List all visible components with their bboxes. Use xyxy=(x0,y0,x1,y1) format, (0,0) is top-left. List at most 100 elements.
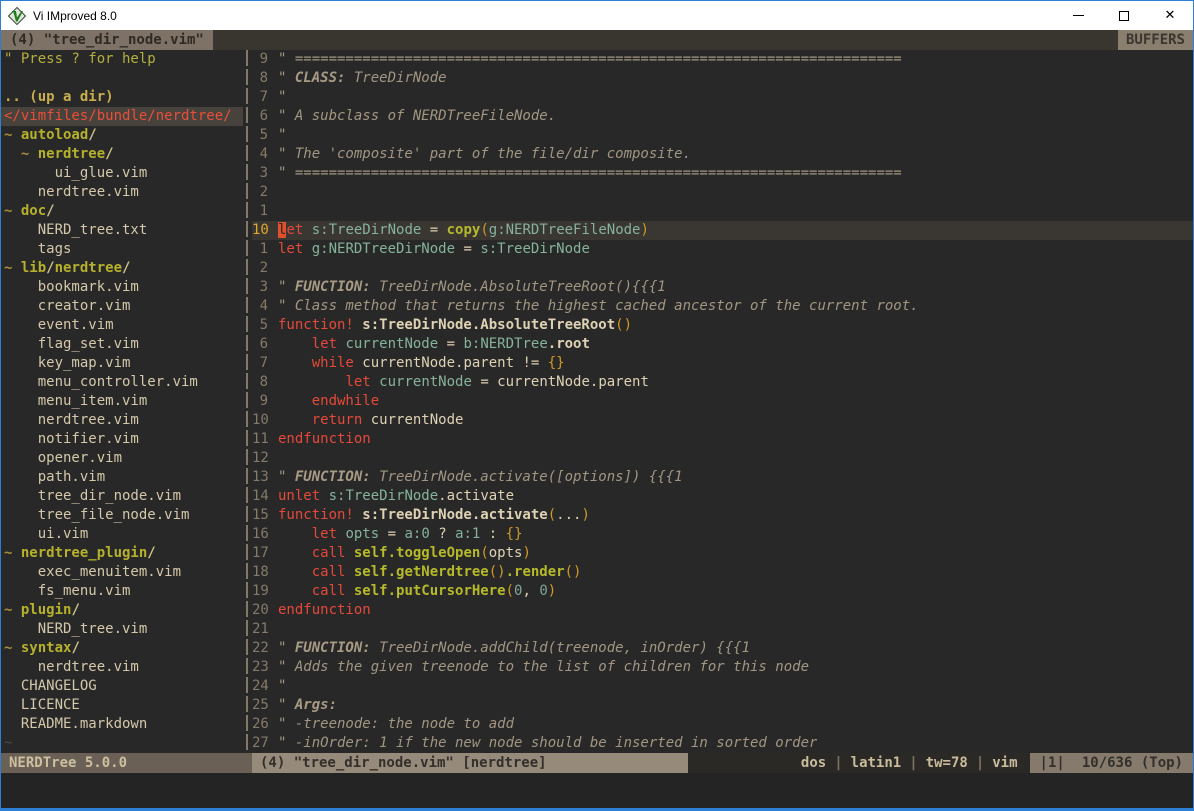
code-line[interactable]: 22" FUNCTION: TreeDirNode.addChild(treen… xyxy=(252,639,1193,658)
tree-item[interactable]: fs_menu.vim xyxy=(4,582,243,601)
code-line[interactable]: 19 call self.putCursorHere(0, 0) xyxy=(252,582,1193,601)
line-number: 7 xyxy=(252,88,268,107)
code-line[interactable]: 8 let currentNode = currentNode.parent xyxy=(252,373,1193,392)
tree-item[interactable]: ~ nerdtree/ xyxy=(4,145,243,164)
tree-item[interactable]: tags xyxy=(4,240,243,259)
code-line[interactable]: 15function! s:TreeDirNode.activate(...) xyxy=(252,506,1193,525)
code-line[interactable]: 5" xyxy=(252,126,1193,145)
line-number: 4 xyxy=(252,297,268,316)
line-number: 10 xyxy=(252,221,268,240)
statusline-textwidth: tw=78 xyxy=(926,753,968,773)
line-number: 14 xyxy=(252,487,268,506)
code-line[interactable]: 4" Class method that returns the highest… xyxy=(252,297,1193,316)
line-number: 1 xyxy=(252,240,268,259)
line-number: 12 xyxy=(252,449,268,468)
code-line[interactable]: 3" =====================================… xyxy=(252,164,1193,183)
tree-item[interactable]: tree_dir_node.vim xyxy=(4,487,243,506)
tree-item[interactable]: ~ plugin/ xyxy=(4,601,243,620)
statusline-buffer-info: (4) "tree_dir_node.vim" [nerdtree] xyxy=(252,753,688,773)
tree-filler-row: ~ xyxy=(4,734,243,753)
tree-item[interactable]: menu_item.vim xyxy=(4,392,243,411)
code-line[interactable]: 6" A subclass of NERDTreeFileNode. xyxy=(252,107,1193,126)
code-line[interactable]: 1let g:NERDTreeDirNode = s:TreeDirNode xyxy=(252,240,1193,259)
statusline-separator: | xyxy=(826,753,850,773)
tree-item[interactable]: path.vim xyxy=(4,468,243,487)
code-line[interactable]: 6 let currentNode = b:NERDTree.root xyxy=(252,335,1193,354)
tree-item[interactable]: ~ autoload/ xyxy=(4,126,243,145)
code-line[interactable]: 25" Args: xyxy=(252,696,1193,715)
code-line[interactable]: 27" -inOrder: 1 if the new node should b… xyxy=(252,734,1193,753)
code-line[interactable]: 14unlet s:TreeDirNode.activate xyxy=(252,487,1193,506)
code-line[interactable]: 7" xyxy=(252,88,1193,107)
line-number: 17 xyxy=(252,544,268,563)
vim-window: Vi IMproved 8.0 ✕ (4) "tree_dir_node.vim… xyxy=(0,0,1194,811)
tree-item[interactable]: key_map.vim xyxy=(4,354,243,373)
minimize-button[interactable] xyxy=(1055,1,1101,30)
tree-item[interactable]: NERD_tree.txt xyxy=(4,221,243,240)
tree-item[interactable]: notifier.vim xyxy=(4,430,243,449)
code-line[interactable]: 24" xyxy=(252,677,1193,696)
code-line[interactable]: 2 xyxy=(252,259,1193,278)
window-title: Vi IMproved 8.0 xyxy=(33,9,117,23)
tree-item[interactable]: nerdtree.vim xyxy=(4,658,243,677)
tree-item[interactable]: tree_file_node.vim xyxy=(4,506,243,525)
tree-item[interactable]: ui.vim xyxy=(4,525,243,544)
code-line[interactable]: 17 call self.toggleOpen(opts) xyxy=(252,544,1193,563)
maximize-button[interactable] xyxy=(1101,1,1147,30)
code-line[interactable]: 2 xyxy=(252,183,1193,202)
tree-item[interactable]: menu_controller.vim xyxy=(4,373,243,392)
code-line[interactable]: 3" FUNCTION: TreeDirNode.AbsoluteTreeRoo… xyxy=(252,278,1193,297)
tree-item[interactable]: ui_glue.vim xyxy=(4,164,243,183)
command-line-area[interactable] xyxy=(1,773,1193,808)
tree-item[interactable]: event.vim xyxy=(4,316,243,335)
code-line[interactable]: 4" The 'composite' part of the file/dir … xyxy=(252,145,1193,164)
code-line[interactable]: 8" CLASS: TreeDirNode xyxy=(252,69,1193,88)
tree-item[interactable]: nerdtree.vim xyxy=(4,183,243,202)
tab-active-buffer[interactable]: (4) "tree_dir_node.vim" xyxy=(1,30,213,50)
tree-item[interactable]: LICENCE xyxy=(4,696,243,715)
line-number: 19 xyxy=(252,582,268,601)
tree-item[interactable]: exec_menuitem.vim xyxy=(4,563,243,582)
code-line[interactable]: 12 xyxy=(252,449,1193,468)
code-line[interactable]: 10 return currentNode xyxy=(252,411,1193,430)
tree-item[interactable]: bookmark.vim xyxy=(4,278,243,297)
code-line[interactable]: 13" FUNCTION: TreeDirNode.activate([opti… xyxy=(252,468,1193,487)
tree-item[interactable]: </vimfiles/bundle/nerdtree/ xyxy=(1,107,243,126)
tree-item[interactable]: opener.vim xyxy=(4,449,243,468)
code-line[interactable]: 26" -treenode: the node to add xyxy=(252,715,1193,734)
statusline-window-number: |1| xyxy=(1040,753,1065,773)
code-line[interactable]: 10let s:TreeDirNode = copy(g:NERDTreeFil… xyxy=(252,221,1193,240)
code-line[interactable]: 11endfunction xyxy=(252,430,1193,449)
window-split-separator[interactable] xyxy=(243,50,252,753)
code-line[interactable]: 23" Adds the given treenode to the list … xyxy=(252,658,1193,677)
code-line[interactable]: 5function! s:TreeDirNode.AbsoluteTreeRoo… xyxy=(252,316,1193,335)
buffers-label[interactable]: BUFFERS xyxy=(1118,30,1193,50)
tree-item[interactable]: NERD_tree.vim xyxy=(4,620,243,639)
line-number: 2 xyxy=(252,259,268,278)
code-line[interactable]: 7 while currentNode.parent != {} xyxy=(252,354,1193,373)
line-number: 26 xyxy=(252,715,268,734)
tree-item[interactable]: nerdtree.vim xyxy=(4,411,243,430)
tree-item[interactable]: ~ nerdtree_plugin/ xyxy=(4,544,243,563)
tree-item[interactable]: CHANGELOG xyxy=(4,677,243,696)
line-number: 6 xyxy=(252,335,268,354)
line-number: 1 xyxy=(252,202,268,221)
tree-item[interactable]: creator.vim xyxy=(4,297,243,316)
tree-item[interactable]: .. (up a dir) xyxy=(4,88,243,107)
code-line[interactable]: 18 call self.getNerdtree().render() xyxy=(252,563,1193,582)
code-line[interactable]: 20endfunction xyxy=(252,601,1193,620)
code-line[interactable]: 21 xyxy=(252,620,1193,639)
code-line[interactable]: 9 endwhile xyxy=(252,392,1193,411)
tree-item[interactable]: README.markdown xyxy=(4,715,243,734)
code-line[interactable]: 16 let opts = a:0 ? a:1 : {} xyxy=(252,525,1193,544)
code-line[interactable]: 1 xyxy=(252,202,1193,221)
tree-item[interactable]: ~ lib/nerdtree/ xyxy=(4,259,243,278)
close-icon: ✕ xyxy=(1165,9,1176,22)
tree-item[interactable]: ~ syntax/ xyxy=(4,639,243,658)
editor-rows: 9" =====================================… xyxy=(252,50,1193,753)
tree-item[interactable]: ~ doc/ xyxy=(4,202,243,221)
tree-item[interactable]: flag_set.vim xyxy=(4,335,243,354)
close-button[interactable]: ✕ xyxy=(1147,1,1193,30)
statusline-separator: | xyxy=(968,753,992,773)
code-line[interactable]: 9" =====================================… xyxy=(252,50,1193,69)
